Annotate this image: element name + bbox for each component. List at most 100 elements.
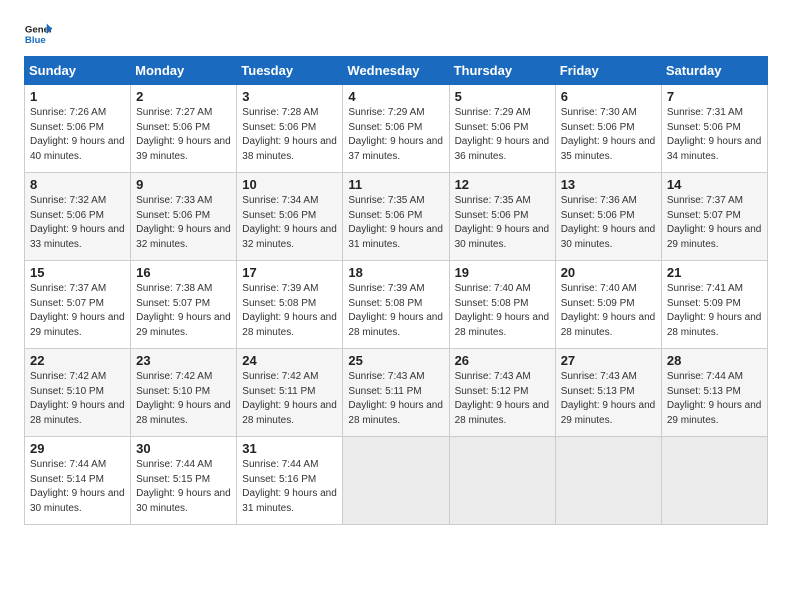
day-detail: Sunrise: 7:43 AMSunset: 5:12 PMDaylight:… <box>455 371 550 426</box>
day-detail: Sunrise: 7:37 AMSunset: 5:07 PMDaylight:… <box>30 283 125 338</box>
day-detail: Sunrise: 7:42 AMSunset: 5:10 PMDaylight:… <box>30 371 125 426</box>
day-number: 22 <box>30 353 125 368</box>
calendar-cell <box>449 437 555 525</box>
day-number: 6 <box>561 89 656 104</box>
calendar-week-3: 15 Sunrise: 7:37 AMSunset: 5:07 PMDayligh… <box>25 261 768 349</box>
day-number: 13 <box>561 177 656 192</box>
day-number: 25 <box>348 353 443 368</box>
day-number: 9 <box>136 177 231 192</box>
day-detail: Sunrise: 7:44 AMSunset: 5:15 PMDaylight:… <box>136 459 231 514</box>
day-number: 26 <box>455 353 550 368</box>
day-detail: Sunrise: 7:39 AMSunset: 5:08 PMDaylight:… <box>348 283 443 338</box>
calendar-cell: 25 Sunrise: 7:43 AMSunset: 5:11 PMDayligh… <box>343 349 449 437</box>
day-detail: Sunrise: 7:44 AMSunset: 5:14 PMDaylight:… <box>30 459 125 514</box>
calendar-week-1: 1Sunrise: 7:26 AMSunset: 5:06 PMDaylight… <box>25 85 768 173</box>
day-number: 23 <box>136 353 231 368</box>
day-number: 28 <box>667 353 762 368</box>
day-number: 16 <box>136 265 231 280</box>
calendar-week-5: 29 Sunrise: 7:44 AMSunset: 5:14 PMDayligh… <box>25 437 768 525</box>
day-detail: Sunrise: 7:27 AMSunset: 5:06 PMDaylight:… <box>136 107 231 162</box>
calendar-cell: 21 Sunrise: 7:41 AMSunset: 5:09 PMDayligh… <box>661 261 767 349</box>
day-detail: Sunrise: 7:40 AMSunset: 5:08 PMDaylight:… <box>455 283 550 338</box>
calendar-cell: 16 Sunrise: 7:38 AMSunset: 5:07 PMDayligh… <box>131 261 237 349</box>
calendar-cell: 19 Sunrise: 7:40 AMSunset: 5:08 PMDayligh… <box>449 261 555 349</box>
calendar-cell: 12Sunrise: 7:35 AMSunset: 5:06 PMDayligh… <box>449 173 555 261</box>
day-detail: Sunrise: 7:35 AMSunset: 5:06 PMDaylight:… <box>455 195 550 250</box>
day-detail: Sunrise: 7:28 AMSunset: 5:06 PMDaylight:… <box>242 107 337 162</box>
weekday-header-monday: Monday <box>131 57 237 85</box>
calendar-cell: 7 Sunrise: 7:31 AMSunset: 5:06 PMDaylight… <box>661 85 767 173</box>
calendar-cell: 1Sunrise: 7:26 AMSunset: 5:06 PMDaylight… <box>25 85 131 173</box>
day-number: 15 <box>30 265 125 280</box>
day-number: 1 <box>30 89 125 104</box>
day-number: 14 <box>667 177 762 192</box>
day-detail: Sunrise: 7:38 AMSunset: 5:07 PMDaylight:… <box>136 283 231 338</box>
day-detail: Sunrise: 7:39 AMSunset: 5:08 PMDaylight:… <box>242 283 337 338</box>
day-number: 3 <box>242 89 337 104</box>
day-detail: Sunrise: 7:29 AMSunset: 5:06 PMDaylight:… <box>455 107 550 162</box>
logo-icon: General Blue <box>24 20 52 48</box>
day-number: 31 <box>242 441 337 456</box>
day-number: 30 <box>136 441 231 456</box>
calendar-cell: 9Sunrise: 7:33 AMSunset: 5:06 PMDaylight… <box>131 173 237 261</box>
calendar-cell: 11 Sunrise: 7:35 AMSunset: 5:06 PMDayligh… <box>343 173 449 261</box>
day-detail: Sunrise: 7:36 AMSunset: 5:06 PMDaylight:… <box>561 195 656 250</box>
calendar-cell <box>343 437 449 525</box>
calendar-cell: 10 Sunrise: 7:34 AMSunset: 5:06 PMDayligh… <box>237 173 343 261</box>
day-number: 4 <box>348 89 443 104</box>
calendar-cell: 8Sunrise: 7:32 AMSunset: 5:06 PMDaylight… <box>25 173 131 261</box>
calendar-cell: 5 Sunrise: 7:29 AMSunset: 5:06 PMDaylight… <box>449 85 555 173</box>
calendar-cell: 31 Sunrise: 7:44 AMSunset: 5:16 PMDayligh… <box>237 437 343 525</box>
day-detail: Sunrise: 7:29 AMSunset: 5:06 PMDaylight:… <box>348 107 443 162</box>
day-number: 19 <box>455 265 550 280</box>
logo: General Blue <box>24 20 56 48</box>
day-detail: Sunrise: 7:35 AMSunset: 5:06 PMDaylight:… <box>348 195 443 250</box>
day-detail: Sunrise: 7:44 AMSunset: 5:16 PMDaylight:… <box>242 459 337 514</box>
calendar-cell: 18 Sunrise: 7:39 AMSunset: 5:08 PMDayligh… <box>343 261 449 349</box>
weekday-header-friday: Friday <box>555 57 661 85</box>
calendar-week-4: 22 Sunrise: 7:42 AMSunset: 5:10 PMDayligh… <box>25 349 768 437</box>
day-detail: Sunrise: 7:31 AMSunset: 5:06 PMDaylight:… <box>667 107 762 162</box>
calendar-cell: 30 Sunrise: 7:44 AMSunset: 5:15 PMDayligh… <box>131 437 237 525</box>
day-detail: Sunrise: 7:30 AMSunset: 5:06 PMDaylight:… <box>561 107 656 162</box>
calendar-cell <box>555 437 661 525</box>
day-detail: Sunrise: 7:40 AMSunset: 5:09 PMDaylight:… <box>561 283 656 338</box>
day-detail: Sunrise: 7:32 AMSunset: 5:06 PMDaylight:… <box>30 195 125 250</box>
weekday-header-tuesday: Tuesday <box>237 57 343 85</box>
day-number: 29 <box>30 441 125 456</box>
day-detail: Sunrise: 7:42 AMSunset: 5:10 PMDaylight:… <box>136 371 231 426</box>
day-detail: Sunrise: 7:43 AMSunset: 5:11 PMDaylight:… <box>348 371 443 426</box>
day-number: 18 <box>348 265 443 280</box>
day-number: 20 <box>561 265 656 280</box>
calendar-cell: 27Sunrise: 7:43 AMSunset: 5:13 PMDayligh… <box>555 349 661 437</box>
calendar-cell: 15 Sunrise: 7:37 AMSunset: 5:07 PMDayligh… <box>25 261 131 349</box>
calendar-cell: 29 Sunrise: 7:44 AMSunset: 5:14 PMDayligh… <box>25 437 131 525</box>
day-number: 5 <box>455 89 550 104</box>
day-number: 11 <box>348 177 443 192</box>
calendar-cell <box>661 437 767 525</box>
day-detail: Sunrise: 7:34 AMSunset: 5:06 PMDaylight:… <box>242 195 337 250</box>
calendar-cell: 23 Sunrise: 7:42 AMSunset: 5:10 PMDayligh… <box>131 349 237 437</box>
day-number: 24 <box>242 353 337 368</box>
day-number: 7 <box>667 89 762 104</box>
day-detail: Sunrise: 7:41 AMSunset: 5:09 PMDaylight:… <box>667 283 762 338</box>
day-detail: Sunrise: 7:37 AMSunset: 5:07 PMDaylight:… <box>667 195 762 250</box>
day-detail: Sunrise: 7:43 AMSunset: 5:13 PMDaylight:… <box>561 371 656 426</box>
calendar-week-2: 8Sunrise: 7:32 AMSunset: 5:06 PMDaylight… <box>25 173 768 261</box>
day-number: 2 <box>136 89 231 104</box>
weekday-header-sunday: Sunday <box>25 57 131 85</box>
calendar-cell: 20 Sunrise: 7:40 AMSunset: 5:09 PMDayligh… <box>555 261 661 349</box>
calendar-cell: 24Sunrise: 7:42 AMSunset: 5:11 PMDayligh… <box>237 349 343 437</box>
day-number: 21 <box>667 265 762 280</box>
day-number: 10 <box>242 177 337 192</box>
day-number: 17 <box>242 265 337 280</box>
calendar-cell: 26 Sunrise: 7:43 AMSunset: 5:12 PMDayligh… <box>449 349 555 437</box>
calendar-cell: 28Sunrise: 7:44 AMSunset: 5:13 PMDayligh… <box>661 349 767 437</box>
calendar-cell: 3 Sunrise: 7:28 AMSunset: 5:06 PMDaylight… <box>237 85 343 173</box>
calendar-table: SundayMondayTuesdayWednesdayThursdayFrid… <box>24 56 768 525</box>
weekday-header-thursday: Thursday <box>449 57 555 85</box>
calendar-cell: 14 Sunrise: 7:37 AMSunset: 5:07 PMDayligh… <box>661 173 767 261</box>
calendar-cell: 6 Sunrise: 7:30 AMSunset: 5:06 PMDaylight… <box>555 85 661 173</box>
calendar-cell: 2 Sunrise: 7:27 AMSunset: 5:06 PMDaylight… <box>131 85 237 173</box>
weekday-header-saturday: Saturday <box>661 57 767 85</box>
